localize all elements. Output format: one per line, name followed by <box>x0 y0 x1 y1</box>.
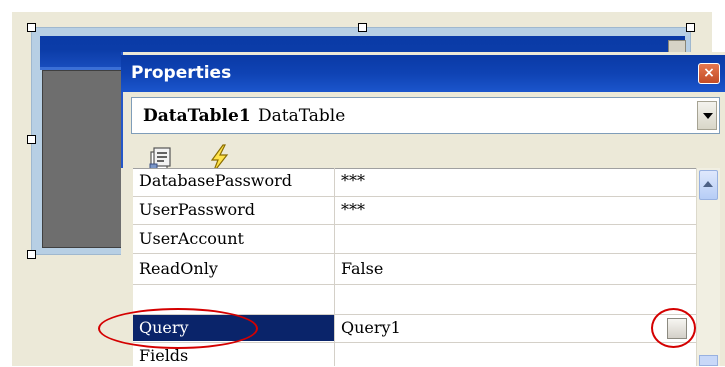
selected-object-name: DataTable1 <box>143 106 251 126</box>
properties-title: Properties <box>131 63 232 83</box>
property-value-user-password[interactable]: *** <box>341 199 365 221</box>
resize-handle-bottom-left[interactable] <box>27 250 36 259</box>
chevron-up-icon <box>703 181 713 187</box>
chevron-down-icon <box>703 113 713 119</box>
scrollbar-thumb[interactable] <box>699 355 718 366</box>
property-value-database-password[interactable]: *** <box>341 170 365 192</box>
row-divider <box>133 224 696 225</box>
row-divider <box>133 284 696 285</box>
row-divider <box>133 196 696 197</box>
property-name-database-password[interactable]: DatabasePassword <box>139 170 292 192</box>
resize-handle-top-left[interactable] <box>27 23 36 32</box>
close-button[interactable]: × <box>698 63 720 84</box>
property-value-query[interactable]: Query1 <box>341 317 401 339</box>
property-value-read-only[interactable]: False <box>341 258 383 280</box>
annotation-circle-ellipsis-button <box>651 308 696 348</box>
resize-handle-left[interactable] <box>27 135 36 144</box>
row-divider <box>133 253 696 254</box>
resize-handle-top-right[interactable] <box>686 23 695 32</box>
property-name-user-password[interactable]: UserPassword <box>139 199 255 221</box>
resize-handle-top[interactable] <box>358 23 367 32</box>
property-name-read-only[interactable]: ReadOnly <box>139 258 218 280</box>
property-name-user-account[interactable]: UserAccount <box>139 228 244 250</box>
property-grid-column-divider[interactable] <box>334 168 335 366</box>
annotation-circle-query <box>98 308 258 349</box>
selected-object-type: DataTable <box>258 106 346 126</box>
